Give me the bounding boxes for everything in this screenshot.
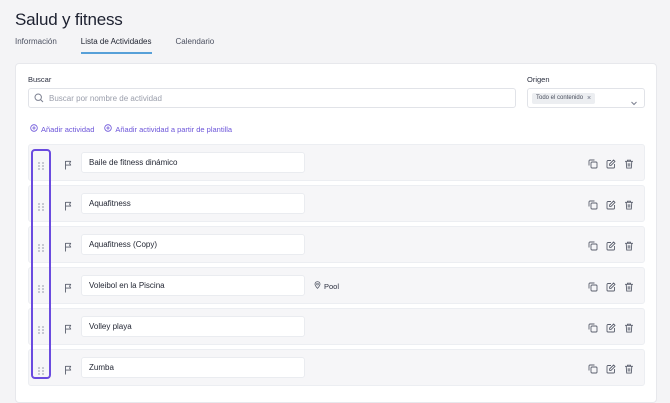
tab-lista-actividades[interactable]: Lista de Actividades xyxy=(80,37,152,54)
search-field[interactable] xyxy=(28,88,516,108)
duplicate-icon[interactable] xyxy=(588,279,598,292)
page-title: Salud y fitness xyxy=(15,10,123,29)
activity-row: Zumba xyxy=(28,349,645,386)
flag-icon[interactable] xyxy=(64,280,73,298)
flag-icon[interactable] xyxy=(64,198,73,216)
drag-handle-icon[interactable] xyxy=(37,199,45,211)
trash-icon[interactable] xyxy=(624,279,634,292)
drag-handle-icon[interactable] xyxy=(37,322,45,334)
tab-calendario[interactable]: Calendario xyxy=(176,37,215,54)
tab-bar: Información Lista de Actividades Calenda… xyxy=(15,37,214,54)
duplicate-icon[interactable] xyxy=(588,156,598,169)
flag-icon[interactable] xyxy=(64,321,73,339)
edit-icon[interactable] xyxy=(606,197,616,210)
origin-select[interactable]: Todo el contenido × xyxy=(527,88,645,108)
trash-icon[interactable] xyxy=(624,156,634,169)
activity-name-field[interactable]: Volley playa xyxy=(81,316,305,337)
search-input[interactable] xyxy=(49,93,489,103)
trash-icon[interactable] xyxy=(624,238,634,251)
activity-name-field[interactable]: Aquafitness (Copy) xyxy=(81,234,305,255)
location-pin-icon xyxy=(314,281,321,291)
trash-icon[interactable] xyxy=(624,361,634,374)
search-label: Buscar xyxy=(28,75,52,84)
chevron-down-icon[interactable] xyxy=(630,94,638,112)
search-icon xyxy=(29,93,49,103)
row-actions xyxy=(588,197,634,210)
row-actions xyxy=(588,279,634,292)
drag-handle-icon[interactable] xyxy=(37,363,45,375)
add-from-template-button[interactable]: Añadir actividad a partir de plantilla xyxy=(104,124,232,134)
add-activity-button[interactable]: Añadir actividad xyxy=(30,124,94,134)
flag-icon[interactable] xyxy=(64,239,73,257)
flag-icon[interactable] xyxy=(64,157,73,175)
activity-name-field[interactable]: Aquafitness xyxy=(81,193,305,214)
edit-icon[interactable] xyxy=(606,156,616,169)
duplicate-icon[interactable] xyxy=(588,361,598,374)
activity-name-field[interactable]: Zumba xyxy=(81,357,305,378)
duplicate-icon[interactable] xyxy=(588,320,598,333)
drag-handle-icon[interactable] xyxy=(37,240,45,252)
row-actions xyxy=(588,238,634,251)
duplicate-icon[interactable] xyxy=(588,197,598,210)
add-from-template-label: Añadir actividad a partir de plantilla xyxy=(115,124,233,134)
edit-icon[interactable] xyxy=(606,238,616,251)
activity-name-field[interactable]: Voleibol en la Piscina xyxy=(81,275,305,296)
origin-label: Origen xyxy=(527,75,550,84)
activity-row: Baile de fitness dinámico xyxy=(28,144,645,181)
edit-icon[interactable] xyxy=(606,320,616,333)
trash-icon[interactable] xyxy=(624,320,634,333)
activity-row: Volley playa xyxy=(28,308,645,345)
origin-chip-label: Todo el contenido xyxy=(536,95,584,101)
trash-icon[interactable] xyxy=(624,197,634,210)
tab-informacion[interactable]: Información xyxy=(15,37,57,54)
drag-handle-icon[interactable] xyxy=(37,281,45,293)
activity-location: Pool xyxy=(314,281,339,291)
row-actions xyxy=(588,156,634,169)
activity-row: Aquafitness xyxy=(28,185,645,222)
activity-list: Baile de fitness dinámico Aquafitness Aq… xyxy=(28,144,645,390)
origin-chip: Todo el contenido × xyxy=(532,92,596,104)
activity-list-card: Buscar Origen Todo el contenido × Añadir… xyxy=(15,63,657,403)
activity-row: Voleibol en la Piscina Pool xyxy=(28,267,645,304)
edit-icon[interactable] xyxy=(606,279,616,292)
plus-circle-icon xyxy=(30,124,38,134)
activity-name-field[interactable]: Baile de fitness dinámico xyxy=(81,152,305,173)
activity-location-label: Pool xyxy=(324,281,340,291)
flag-icon[interactable] xyxy=(64,362,73,380)
chip-remove-icon[interactable]: × xyxy=(587,95,591,102)
row-actions xyxy=(588,320,634,333)
plus-circle-icon xyxy=(104,124,113,134)
edit-icon[interactable] xyxy=(606,361,616,374)
duplicate-icon[interactable] xyxy=(588,238,598,251)
add-activity-label: Añadir actividad xyxy=(41,124,95,134)
row-actions xyxy=(588,361,634,374)
drag-handle-icon[interactable] xyxy=(37,158,45,170)
activity-row: Aquafitness (Copy) xyxy=(28,226,645,263)
